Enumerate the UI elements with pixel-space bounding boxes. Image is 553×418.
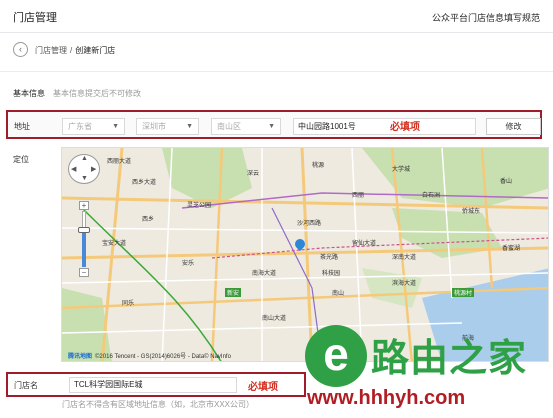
breadcrumb-separator: / <box>70 46 73 55</box>
street-address-input[interactable]: 中山园路1001号 <box>293 118 476 135</box>
map-label: 科技园 <box>322 271 341 277</box>
map-label: 大学城 <box>392 167 411 173</box>
map-label: 西乡大道 <box>132 180 157 186</box>
top-bar: 门店管理 公众平台门店信息填写规范 <box>0 0 553 33</box>
divider <box>0 71 553 72</box>
back-button[interactable]: ‹ <box>13 42 28 57</box>
map-label: 安乐 <box>182 261 195 267</box>
page-title: 门店管理 <box>13 12 57 24</box>
location-label: 定位 <box>13 155 29 164</box>
pan-down-icon[interactable]: ▼ <box>81 175 88 182</box>
map-label: 侨城东 <box>462 209 481 215</box>
breadcrumb-parent[interactable]: 门店管理 <box>35 46 67 55</box>
map-label: 茶光路 <box>320 255 339 261</box>
map-label: 香山 <box>500 179 513 185</box>
zoom-slider-handle[interactable] <box>78 227 90 234</box>
map-label: 宝安大道 <box>102 241 127 247</box>
map-copyright: 腾讯地图 ©2016 Tencent - GS(2014)6026号 - Data… <box>68 351 231 360</box>
map-label: 深云 <box>247 171 260 177</box>
map-label: 滨海大道 <box>392 281 417 287</box>
map-label: 新安 <box>225 288 242 297</box>
map-label: 白石洲 <box>422 193 441 199</box>
basic-info-header: 基本信息 基本信息提交后不可修改 <box>13 88 141 99</box>
watermark-url: www.hhhyh.com <box>307 387 466 409</box>
map-label: 南山大道 <box>262 316 287 322</box>
map-label: 西乡 <box>142 217 155 223</box>
city-value: 深圳市 <box>142 122 166 131</box>
map-label: 沙河西路 <box>297 221 322 227</box>
copyright-text: ©2016 Tencent - GS(2014)6026号 - Data© Na… <box>95 354 231 360</box>
map-label: 深南大道 <box>392 255 417 261</box>
address-required-tag: 必填项 <box>390 122 420 133</box>
map-label: 南山 <box>332 291 345 297</box>
edit-address-button[interactable]: 修改 <box>486 118 541 135</box>
district-select[interactable]: 南山区 ▼ <box>211 118 281 135</box>
zoom-in-button[interactable]: + <box>79 201 89 210</box>
chevron-down-icon: ▼ <box>268 123 275 130</box>
zoom-slider-fill <box>82 230 86 267</box>
province-select[interactable]: 广东省 ▼ <box>62 118 125 135</box>
watermark-text: 路由之家 <box>371 338 528 380</box>
chevron-down-icon: ▼ <box>112 123 119 130</box>
pan-right-icon[interactable]: ▶ <box>91 165 96 173</box>
map-label: 南海大道 <box>252 271 277 277</box>
guide-link[interactable]: 公众平台门店信息填写规范 <box>432 11 540 24</box>
zoom-out-button[interactable]: − <box>79 268 89 277</box>
address-label: 地址 <box>14 122 30 131</box>
store-name-label: 门店名 <box>14 381 38 390</box>
map-provider-logo: 腾讯地图 <box>68 354 93 360</box>
store-name-required-tag: 必填项 <box>248 382 278 393</box>
section-note: 基本信息提交后不可修改 <box>53 89 141 98</box>
watermark: e 路由之家 www.hhhyh.com <box>305 325 550 415</box>
chevron-down-icon: ▼ <box>186 123 193 130</box>
store-name-row: 门店名 TCL科学园国际E城 必填项 <box>6 372 306 397</box>
pan-up-icon[interactable]: ▲ <box>81 155 88 162</box>
map-label: 西丽大道 <box>107 159 132 165</box>
section-title: 基本信息 <box>13 89 45 98</box>
map-label: 香蜜湖 <box>502 246 521 252</box>
store-name-hint: 门店名不得含有区域地址信息（如，北京市XXX公司） <box>62 400 255 409</box>
map-label: 灵芝公园 <box>187 203 212 209</box>
map-pan-control[interactable]: ▲ ▼ ◀ ▶ <box>68 154 100 184</box>
map-label: 桃源村 <box>452 288 475 297</box>
store-name-input[interactable]: TCL科学园国际E城 <box>69 377 237 393</box>
address-row: 地址 广东省 ▼ 深圳市 ▼ 南山区 ▼ 中山园路1001号 必填项 修改 <box>6 110 542 139</box>
map-label: 同乐 <box>122 301 135 307</box>
pan-left-icon[interactable]: ◀ <box>71 165 76 173</box>
chevron-left-icon: ‹ <box>19 44 22 54</box>
watermark-logo-icon: e <box>305 325 367 387</box>
province-value: 广东省 <box>68 122 92 131</box>
map-label: 留仙大道 <box>352 241 377 247</box>
map-label: 桃源 <box>312 163 325 169</box>
city-select[interactable]: 深圳市 ▼ <box>136 118 199 135</box>
breadcrumb-current: 创建新门店 <box>75 46 116 55</box>
district-value: 南山区 <box>217 122 241 131</box>
breadcrumb: 门店管理 / 创建新门店 <box>35 45 115 56</box>
map-label: 西丽 <box>352 193 365 199</box>
